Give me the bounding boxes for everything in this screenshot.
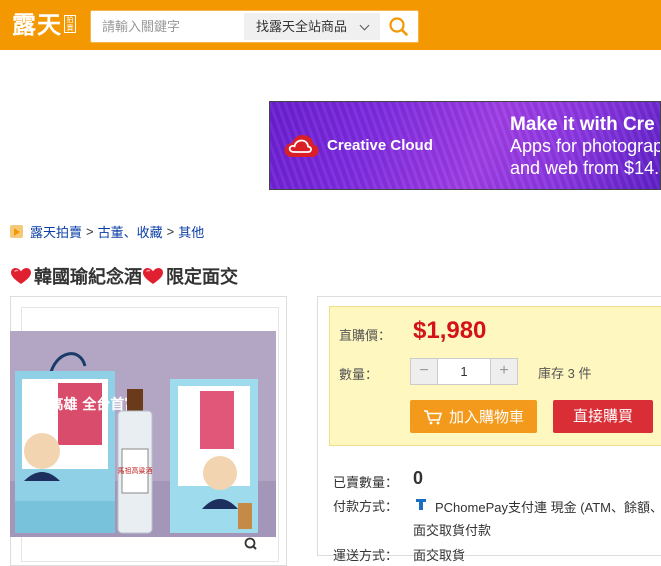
quantity-stepper: − + bbox=[410, 358, 518, 385]
ad-headline: Make it with Cre bbox=[510, 114, 655, 135]
breadcrumb-link-other[interactable]: 其他 bbox=[178, 222, 204, 241]
ad-banner[interactable]: Creative Cloud Make it with Cre Apps for… bbox=[269, 101, 661, 190]
logo-text: 露天 bbox=[12, 12, 62, 39]
quantity-decrease-button[interactable]: − bbox=[411, 359, 437, 384]
sold-value: 0 bbox=[413, 468, 424, 488]
payment-label: 付款方式： bbox=[333, 499, 399, 514]
bottle-label: 馬祖高粱酒 bbox=[118, 466, 153, 475]
shipping-value: 面交取貨 bbox=[413, 548, 466, 563]
breadcrumb-link-home[interactable]: 露天拍賣 bbox=[30, 222, 82, 241]
heart-icon bbox=[143, 268, 163, 284]
creative-cloud-logo-icon bbox=[284, 135, 319, 157]
price-label: 直購價： bbox=[339, 328, 392, 343]
quantity-input[interactable] bbox=[437, 359, 491, 384]
search-icon bbox=[389, 17, 408, 36]
top-header: 露天 拍賣 找露天全站商品 bbox=[0, 0, 661, 50]
stock-count: 庫存 3 件 bbox=[538, 366, 592, 381]
quantity-label: 數量： bbox=[339, 367, 379, 382]
payment-methods-cont: 面交取貨付款 bbox=[413, 523, 492, 538]
add-to-cart-label: 加入購物車 bbox=[448, 409, 524, 426]
product-title-text: 韓國瑜紀念酒 bbox=[34, 267, 142, 287]
search-scope-label: 找露天全站商品 bbox=[256, 19, 348, 34]
quantity-increase-button[interactable]: + bbox=[491, 359, 517, 384]
product-photo-illustration: 打造高雄 全台首富 馬祖高粱酒 bbox=[10, 331, 276, 537]
pchomepay-icon bbox=[414, 497, 428, 511]
chevron-down-icon bbox=[359, 20, 370, 31]
cart-icon bbox=[423, 409, 443, 424]
search-bar: 找露天全站商品 bbox=[90, 10, 419, 43]
product-photo[interactable]: 打造高雄 全台首富 馬祖高粱酒 bbox=[10, 331, 276, 537]
price-value: $1,980 bbox=[413, 317, 487, 344]
breadcrumb-separator: > bbox=[166, 224, 175, 239]
search-button[interactable] bbox=[382, 13, 416, 40]
search-input[interactable] bbox=[93, 13, 243, 40]
payment-methods: PChomePay支付連 現金 (ATM、餘額、 bbox=[435, 500, 661, 515]
shipping-label: 運送方式： bbox=[333, 548, 399, 563]
ad-subline-2: and web from $14.2 bbox=[510, 158, 661, 178]
bag-slogan: 打造高雄 全台首富 bbox=[22, 396, 139, 413]
breadcrumb-link-antiques[interactable]: 古董、收藏 bbox=[98, 222, 163, 241]
breadcrumb-separator: > bbox=[86, 224, 94, 239]
site-logo[interactable]: 露天 拍賣 bbox=[12, 10, 76, 42]
ad-subline-1: Apps for photograp bbox=[510, 136, 661, 156]
sold-label: 已賣數量： bbox=[333, 475, 399, 490]
zoom-icon[interactable] bbox=[241, 536, 261, 551]
breadcrumb: 露天拍賣 > 古董、收藏 > 其他 bbox=[10, 222, 204, 241]
search-scope-dropdown[interactable]: 找露天全站商品 bbox=[244, 13, 380, 40]
add-to-cart-button[interactable]: 加入購物車 bbox=[410, 400, 537, 433]
product-title: 韓國瑜紀念酒 限定面交 bbox=[10, 263, 238, 289]
ad-brand: Creative Cloud bbox=[327, 137, 433, 154]
logo-badge: 拍賣 bbox=[64, 15, 76, 33]
buy-now-button[interactable]: 直接購買 bbox=[553, 400, 653, 433]
heart-icon bbox=[11, 268, 31, 284]
product-title-suffix: 限定面交 bbox=[166, 267, 238, 287]
breadcrumb-arrow-icon bbox=[10, 225, 23, 238]
